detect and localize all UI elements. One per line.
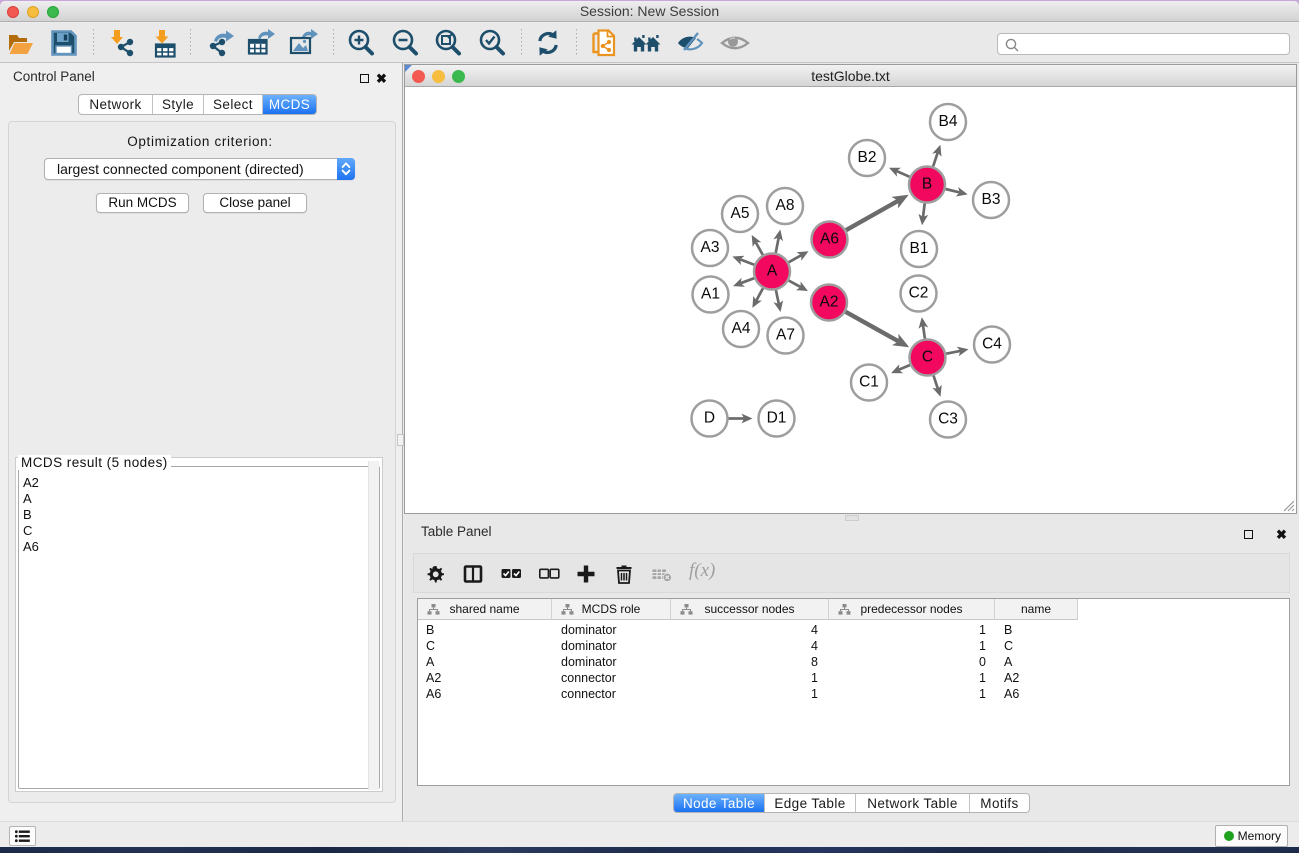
svg-text:A3: A3 bbox=[701, 239, 720, 256]
svg-text:A2: A2 bbox=[820, 294, 839, 311]
svg-text:C4: C4 bbox=[982, 336, 1002, 353]
svg-text:A1: A1 bbox=[701, 286, 720, 303]
svg-text:C: C bbox=[922, 349, 933, 366]
svg-text:C1: C1 bbox=[859, 374, 879, 391]
svg-text:C3: C3 bbox=[938, 411, 958, 428]
svg-text:A6: A6 bbox=[820, 231, 839, 248]
svg-text:B2: B2 bbox=[858, 149, 877, 166]
svg-text:A7: A7 bbox=[776, 327, 795, 344]
svg-text:D: D bbox=[704, 410, 715, 427]
svg-text:B: B bbox=[922, 176, 932, 193]
svg-text:D1: D1 bbox=[767, 410, 787, 427]
svg-text:A8: A8 bbox=[776, 197, 795, 214]
svg-text:A4: A4 bbox=[732, 320, 751, 337]
svg-text:A: A bbox=[767, 263, 778, 280]
svg-text:A5: A5 bbox=[731, 205, 750, 222]
svg-text:B1: B1 bbox=[910, 240, 929, 257]
svg-text:B3: B3 bbox=[982, 191, 1001, 208]
svg-text:C2: C2 bbox=[909, 285, 929, 302]
svg-text:B4: B4 bbox=[939, 113, 958, 130]
